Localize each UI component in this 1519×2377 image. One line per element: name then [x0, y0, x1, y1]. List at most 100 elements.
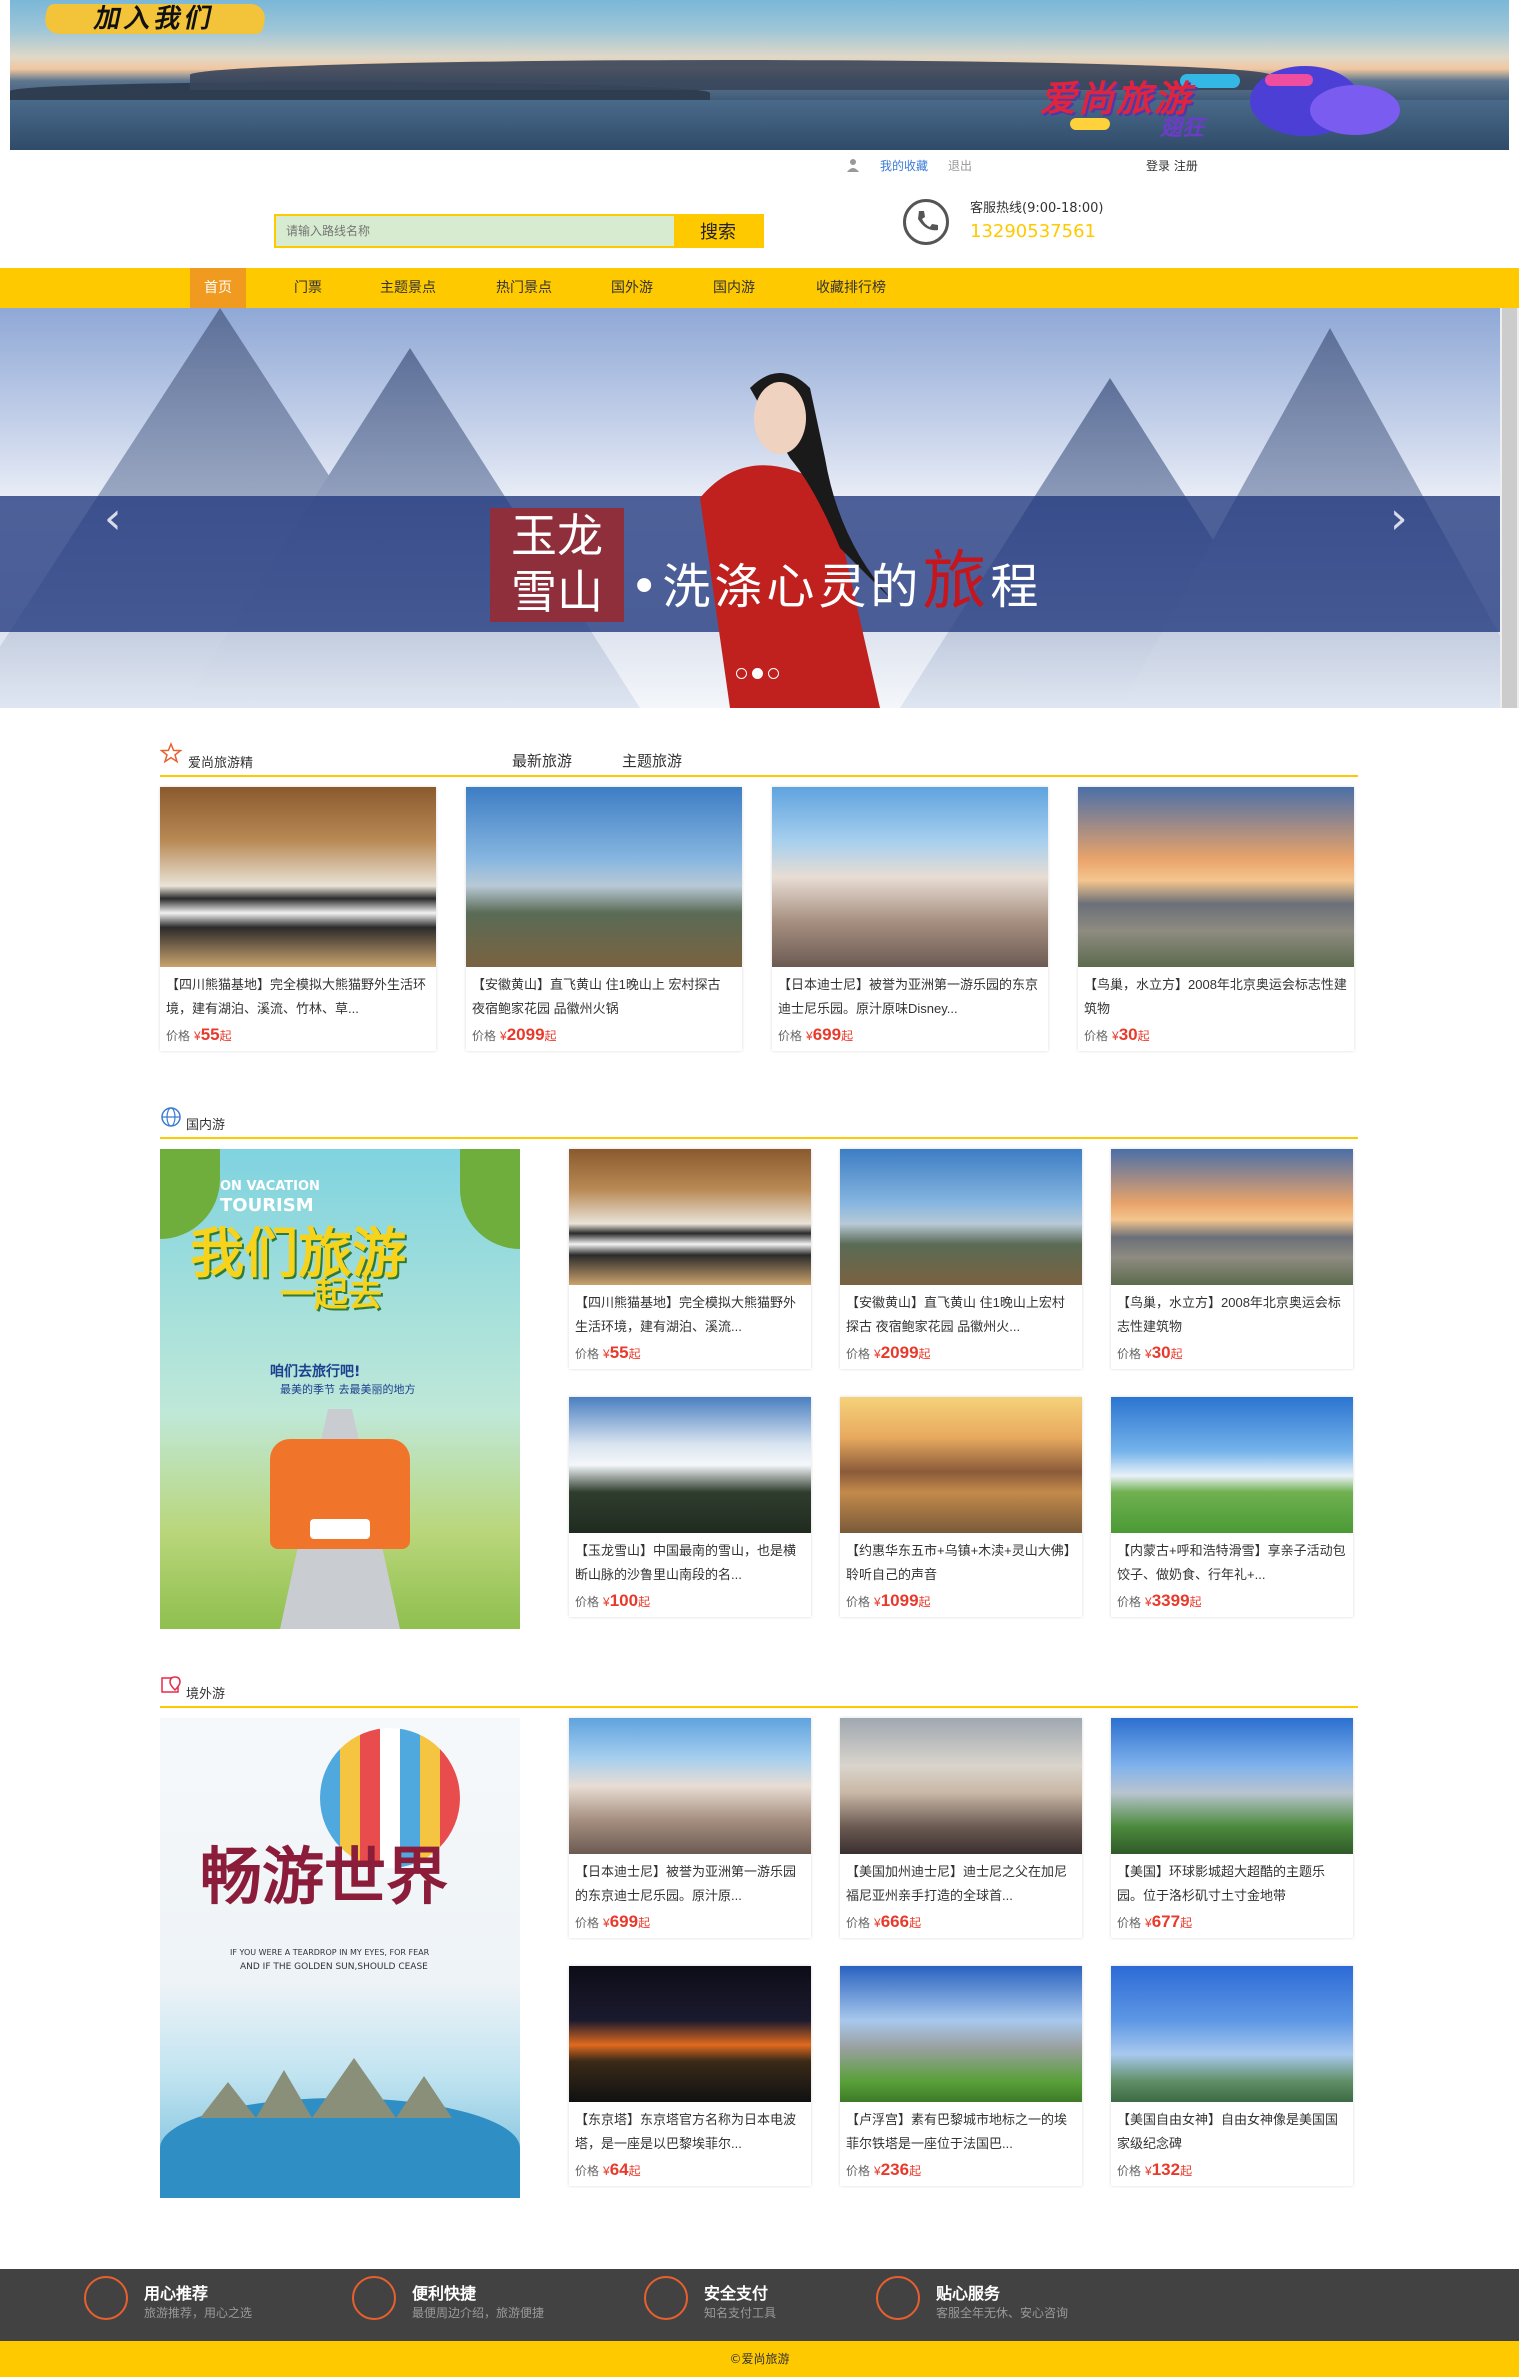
price-suffix: 起: [1180, 2164, 1193, 2178]
my-favorites-link[interactable]: 我的收藏: [880, 158, 928, 174]
route-card-image[interactable]: [840, 1149, 1082, 1285]
carousel-dot-2[interactable]: [752, 668, 763, 679]
route-card-description[interactable]: 【内蒙古+呼和浩特滑雪】享亲子活动包饺子、做奶食、行年礼+...: [1117, 1539, 1347, 1587]
logout-link[interactable]: 退出: [948, 158, 972, 174]
route-card-price: 价格 ¥100起: [575, 1591, 650, 1611]
join-us-logo[interactable]: 加入我们: [41, 4, 269, 34]
tab-theme[interactable]: 主题旅游: [622, 750, 682, 771]
route-card-description[interactable]: 【日本迪士尼】被誉为亚洲第一游乐园的东京迪士尼乐园。原汁原...: [575, 1860, 805, 1908]
hero-title: 玉龙 雪山: [490, 508, 624, 622]
route-card[interactable]: 【四川熊猫基地】完全模拟大熊猫野外生活环境，建有湖泊、溪流、竹林、草... 价格 ¥…: [160, 787, 436, 1051]
price-value: 55: [609, 1343, 629, 1362]
route-card-image[interactable]: [772, 787, 1048, 967]
price-currency: ¥: [1145, 1347, 1152, 1361]
route-card-description[interactable]: 【四川熊猫基地】完全模拟大熊猫野外生活环境，建有湖泊、溪流、竹林、草...: [166, 973, 430, 1021]
route-card-description[interactable]: 【鸟巢，水立方】2008年北京奥运会标志性建筑物: [1117, 1291, 1347, 1339]
carousel-prev-arrow[interactable]: ‹: [104, 493, 122, 544]
route-card-image[interactable]: [466, 787, 742, 967]
route-card-price: 价格 ¥55起: [575, 1343, 641, 1363]
route-card-image[interactable]: [569, 1397, 811, 1533]
price-value: 55: [200, 1025, 220, 1044]
route-card[interactable]: 【日本迪士尼】被誉为亚洲第一游乐园的东京迪士尼乐园。原汁原味Disney... 价…: [772, 787, 1048, 1051]
price-value: 2099: [880, 1343, 919, 1362]
route-card[interactable]: 【鸟巢，水立方】2008年北京奥运会标志性建筑物 价格 ¥30起: [1078, 787, 1354, 1051]
route-card-image[interactable]: [1111, 1397, 1353, 1533]
shield-icon: [644, 2276, 688, 2320]
abroad-poster[interactable]: 畅游世界 IF YOU WERE A TEARDROP IN MY EYES, …: [160, 1718, 520, 2198]
route-card-price: 价格 ¥3399起: [1117, 1591, 1202, 1611]
nav-domestic[interactable]: 国内游: [704, 268, 764, 308]
route-card[interactable]: 【美国】环球影城超大超酷的主题乐园。位于洛杉矶寸土寸金地带价格 ¥677起: [1111, 1718, 1353, 1938]
price-suffix: 起: [628, 1347, 641, 1361]
route-card-description[interactable]: 【安徽黄山】直飞黄山 住1晚山上 宏村探古 夜宿鲍家花园 品徽州火锅: [472, 973, 736, 1021]
route-card[interactable]: 【美国自由女神】自由女神像是美国国家级纪念碑 价格 ¥132起: [1111, 1966, 1353, 2186]
route-card-price: 价格 ¥666起: [846, 1912, 921, 1932]
route-card-image[interactable]: [1111, 1966, 1353, 2102]
nav-tickets[interactable]: 门票: [284, 268, 332, 308]
route-card-image[interactable]: [1078, 787, 1354, 967]
price-suffix: 起: [544, 1029, 557, 1043]
route-card[interactable]: 【内蒙古+呼和浩特滑雪】享亲子活动包饺子、做奶食、行年礼+... 价格 ¥3399起: [1111, 1397, 1353, 1617]
route-card-image[interactable]: [569, 1966, 811, 2102]
abroad-section-title: 境外游: [186, 1687, 226, 1702]
route-card-description[interactable]: 【玉龙雪山】中国最南的雪山，也是横断山脉的沙鲁里山南段的名...: [575, 1539, 805, 1587]
price-value: 64: [609, 2160, 629, 2179]
poster-big-2: 一起去: [280, 1275, 382, 1315]
nav-home[interactable]: 首页: [190, 268, 246, 308]
price-value: 236: [880, 2160, 910, 2179]
route-card-description[interactable]: 【美国】环球影城超大超酷的主题乐园。位于洛杉矶寸土寸金地带: [1117, 1860, 1347, 1908]
route-card-description[interactable]: 【美国加州迪士尼】迪士尼之父在加尼福尼亚州亲手打造的全球首...: [846, 1860, 1076, 1908]
route-card[interactable]: 【卢浮宫】素有巴黎城市地标之一的埃菲尔铁塔是一座位于法国巴... 价格 ¥236起: [840, 1966, 1082, 2186]
section-divider: [160, 775, 1358, 777]
route-card[interactable]: 【美国加州迪士尼】迪士尼之父在加尼福尼亚州亲手打造的全球首... 价格 ¥666起: [840, 1718, 1082, 1938]
route-card-price: 价格 ¥677起: [1117, 1912, 1192, 1932]
route-card[interactable]: 【安徽黄山】直飞黄山 住1晚山上宏村探古 夜宿鲍家花园 品徽州火... 价格 ¥20…: [840, 1149, 1082, 1369]
nav-abroad[interactable]: 国外游: [602, 268, 662, 308]
route-card[interactable]: 【鸟巢，水立方】2008年北京奥运会标志性建筑物 价格 ¥30起: [1111, 1149, 1353, 1369]
search-button[interactable]: 搜索: [674, 216, 762, 246]
route-card-image[interactable]: [1111, 1149, 1353, 1285]
route-card[interactable]: 【东京塔】东京塔官方名称为日本电波塔，是一座是以巴黎埃菲尔... 价格 ¥64起: [569, 1966, 811, 2186]
search-bar: 搜索: [274, 214, 764, 248]
page-scrollbar-thumb[interactable]: [1502, 308, 1517, 708]
price-currency: ¥: [874, 1916, 881, 1930]
route-card-image[interactable]: [1111, 1718, 1353, 1854]
price-value: 2099: [506, 1025, 545, 1044]
route-card-image[interactable]: [569, 1718, 811, 1854]
tab-latest[interactable]: 最新旅游: [512, 750, 572, 771]
route-card-description[interactable]: 【安徽黄山】直飞黄山 住1晚山上宏村探古 夜宿鲍家花园 品徽州火...: [846, 1291, 1076, 1339]
feature-subtitle: 客服全年无休、安心咨询: [936, 2306, 1069, 2320]
nav-favorites-ranking[interactable]: 收藏排行榜: [806, 268, 896, 308]
hotline-label: 客服热线(9:00-18:00): [970, 201, 1104, 216]
route-card-description[interactable]: 【约惠华东五市+乌镇+木渎+灵山大佛】聆听自己的声音: [846, 1539, 1076, 1587]
hero-slogan-suffix: 程: [990, 559, 1043, 615]
route-card[interactable]: 【四川熊猫基地】完全模拟大熊猫野外生活环境，建有湖泊、溪流... 价格 ¥55起: [569, 1149, 811, 1369]
hero-title-line2: 雪山: [511, 565, 603, 619]
route-card-description[interactable]: 【日本迪士尼】被誉为亚洲第一游乐园的东京迪士尼乐园。原汁原味Disney...: [778, 973, 1042, 1021]
route-card[interactable]: 【安徽黄山】直飞黄山 住1晚山上 宏村探古 夜宿鲍家花园 品徽州火锅 价格 ¥209…: [466, 787, 742, 1051]
search-input[interactable]: [276, 216, 674, 246]
domestic-poster[interactable]: ON VACATION TOURISM 我们旅游 一起去 咱们去旅行吧! 最美的…: [160, 1149, 520, 1629]
feature-subtitle: 最便周边介绍，旅游便捷: [412, 2306, 545, 2320]
route-card-description[interactable]: 【卢浮宫】素有巴黎城市地标之一的埃菲尔铁塔是一座位于法国巴...: [846, 2108, 1076, 2156]
nav-theme-spots[interactable]: 主题景点: [370, 268, 446, 308]
route-card[interactable]: 【玉龙雪山】中国最南的雪山，也是横断山脉的沙鲁里山南段的名... 价格 ¥100起: [569, 1397, 811, 1617]
route-card-image[interactable]: [840, 1397, 1082, 1533]
carousel-dot-1[interactable]: [736, 668, 747, 679]
route-card-image[interactable]: [160, 787, 436, 967]
route-card-description[interactable]: 【东京塔】东京塔官方名称为日本电波塔，是一座是以巴黎埃菲尔...: [575, 2108, 805, 2156]
carousel-dot-3[interactable]: [768, 668, 779, 679]
route-card-description[interactable]: 【鸟巢，水立方】2008年北京奥运会标志性建筑物: [1084, 973, 1348, 1021]
route-card[interactable]: 【约惠华东五市+乌镇+木渎+灵山大佛】聆听自己的声音 价格 ¥1099起: [840, 1397, 1082, 1617]
carousel-next-arrow[interactable]: ›: [1390, 493, 1408, 544]
route-card-image[interactable]: [569, 1149, 811, 1285]
route-card-image[interactable]: [840, 1966, 1082, 2102]
login-register-link[interactable]: 登录 注册: [1146, 158, 1198, 174]
route-card-description[interactable]: 【美国自由女神】自由女神像是美国国家级纪念碑: [1117, 2108, 1347, 2156]
nav-hot-spots[interactable]: 热门景点: [486, 268, 562, 308]
route-card[interactable]: 【日本迪士尼】被誉为亚洲第一游乐园的东京迪士尼乐园。原汁原... 价格 ¥699起: [569, 1718, 811, 1938]
route-card-description[interactable]: 【四川熊猫基地】完全模拟大熊猫野外生活环境，建有湖泊、溪流...: [575, 1291, 805, 1339]
route-card-image[interactable]: [840, 1718, 1082, 1854]
price-label: 价格: [846, 1916, 871, 1930]
price-label: 价格: [1117, 1916, 1142, 1930]
